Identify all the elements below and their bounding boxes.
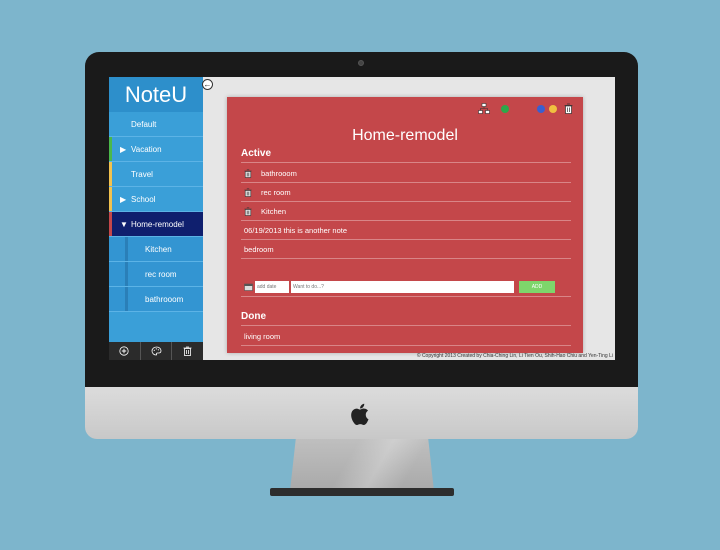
list-item-text: bedroom [244,244,274,254]
list-item[interactable]: 06/19/2013 this is another note [241,221,571,240]
expanded-arrow-icon[interactable]: ▼ [120,212,128,237]
trash-icon[interactable] [244,207,252,216]
list-item[interactable]: bedroom [241,240,571,259]
todo-input[interactable] [291,281,514,293]
trash-icon[interactable] [244,169,252,178]
blue-color-dot[interactable] [537,104,545,113]
sidebar-item-vacation[interactable]: ▶ Vacation [109,137,203,162]
date-input[interactable] [255,281,289,293]
sub-indent-stripe [125,237,128,261]
sidebar-item-rec-room[interactable]: rec room [109,262,203,287]
collapsed-arrow-icon[interactable]: ▶ [120,137,126,162]
list-item-text: 06/19/2013 this is another note [244,225,347,235]
add-todo-form: ADD [241,278,571,297]
imac-chin [85,387,638,439]
list-item-text: rec room [261,187,291,197]
panel-toolbar [478,103,573,114]
trash-icon [183,346,192,356]
color-stripe [109,162,112,186]
trash-icon[interactable] [244,188,252,197]
page-title: Home-remodel [352,127,458,144]
sidebar-item-label: Kitchen [145,245,172,254]
list-item[interactable]: Kitchen [241,202,571,221]
arrow-left-circle-icon: ← [203,80,212,89]
trash-icon[interactable] [564,103,573,114]
add-notebook-button[interactable] [109,342,141,360]
sidebar-item-label: Vacation [131,145,162,154]
active-section-title: Active [241,148,272,159]
imac-stand-highlight [290,439,434,491]
brand-logo[interactable]: NoteU [109,77,203,112]
sidebar-item-default[interactable]: Default [109,112,203,137]
done-section-title: Done [241,311,266,322]
copyright-footer: © Copyright 2013 Created by Chia-Ching L… [416,353,613,359]
sitemap-icon[interactable] [478,103,490,114]
sub-indent-stripe [125,262,128,286]
list-item-text: bathrooom [261,168,297,178]
list-item-text: Kitchen [261,206,287,216]
sidebar-item-kitchen[interactable]: Kitchen [109,237,203,262]
sidebar-footer [109,342,203,360]
sidebar: NoteU Default ▶ Vacation Travel ▶ School ▼ Home… [109,77,203,360]
palette-icon [151,346,161,356]
notebook-panel: Home-remodel Active bathrooom rec room Kit… [227,97,583,353]
delete-notebook-button[interactable] [172,342,203,360]
yellow-color-dot[interactable] [549,104,557,113]
apple-logo-icon [351,403,369,425]
sidebar-item-home-remodel[interactable]: ▼ Home-remodel [109,212,203,237]
plus-circle-icon [119,346,129,356]
list-item-text: living room [244,331,281,341]
sidebar-item-travel[interactable]: Travel [109,162,203,187]
calendar-icon[interactable] [244,283,253,291]
screen: NoteU Default ▶ Vacation Travel ▶ School ▼ Home… [109,77,615,360]
add-button[interactable]: ADD [519,281,555,293]
section-divider [241,325,571,326]
done-item[interactable]: living room [241,327,571,346]
notebook-list: Default ▶ Vacation Travel ▶ School ▼ Home-remod… [109,112,203,312]
color-stripe [109,187,112,211]
color-palette-button[interactable] [141,342,173,360]
sidebar-item-bathrooom[interactable]: bathrooom [109,287,203,312]
sidebar-item-label: Home-remodel [131,220,184,229]
sidebar-item-school[interactable]: ▶ School [109,187,203,212]
list-item[interactable]: bathrooom [241,164,571,183]
collapsed-arrow-icon[interactable]: ▶ [120,187,126,212]
camera-dot [358,60,364,66]
sub-indent-stripe [125,287,128,311]
sidebar-item-label: Default [131,120,157,129]
list-item[interactable]: rec room [241,183,571,202]
sidebar-item-label: School [131,195,156,204]
sidebar-item-label: Travel [131,170,153,179]
sidebar-item-label: bathrooom [145,295,184,304]
color-stripe [109,212,112,236]
collapse-sidebar-button[interactable]: ← [202,79,213,90]
imac-stand-base [270,488,454,496]
color-stripe [109,137,112,161]
sidebar-item-label: rec room [145,270,177,279]
green-color-dot[interactable] [501,104,509,113]
